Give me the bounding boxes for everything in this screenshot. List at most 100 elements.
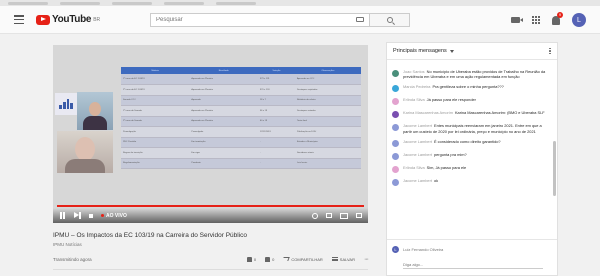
slide-table-row: Promulgação Promulgada 12/11/2019 Publicaçã…	[121, 126, 361, 138]
chat-header: Principais mensagens	[387, 43, 557, 60]
slide-table-cell: Relatório do relator	[294, 95, 361, 106]
speaker-webcam-1	[77, 92, 113, 130]
chat-message[interactable]: Joao Santos No município de Uberaba estão…	[387, 69, 552, 79]
live-label: AO VIVO	[106, 212, 127, 219]
chat-message[interactable]: Jacome Lambert É considerado como direito…	[387, 139, 552, 147]
apps-icon[interactable]	[532, 16, 540, 24]
fullscreen-icon[interactable]	[356, 213, 362, 218]
menu-icon[interactable]	[14, 15, 24, 24]
bookmark-item[interactable]	[60, 1, 100, 5]
more-actions-icon[interactable]: ···	[364, 256, 369, 263]
slide-table-cell: Estados e Municípios	[294, 137, 361, 148]
search-bar	[150, 13, 410, 27]
pause-icon[interactable]	[59, 212, 66, 219]
slide-table-cell: Leis locais	[294, 158, 361, 169]
youtube-logo[interactable]: YouTube BR	[36, 14, 100, 25]
slide-table-cell: Publicação no DOU	[294, 126, 361, 138]
slide-table-cell: Em tramitação	[189, 137, 258, 148]
chat-message[interactable]: Jacome Lambert ok	[387, 178, 552, 186]
chat-message-list[interactable]: Joao Santos No município de Uberaba estão…	[387, 61, 552, 237]
notifications-button[interactable]: 9	[552, 11, 563, 25]
share-button[interactable]: COMPARTILHAR	[282, 257, 323, 262]
slide-table-cell: -	[257, 137, 295, 148]
chat-message-body: Jacome Lambert Entes municipais reenviara…	[403, 123, 547, 133]
top-right-actions: 9 L	[511, 11, 586, 27]
slide-table-row: 2º turno do Senado Aprovado em Plenário 60…	[121, 116, 361, 127]
settings-icon[interactable]	[312, 212, 318, 219]
slide-table-row: PEC Paralela Em tramitação - Estados e Muni…	[121, 137, 361, 148]
slide-table-cell: Promulgação	[121, 126, 190, 138]
chat-author-avatar	[392, 85, 399, 93]
slide-table-cell: -	[257, 147, 295, 159]
divider	[53, 269, 368, 270]
slide-table-cell: Aprovado em Plenário	[189, 74, 258, 85]
chat-input-author: L Luiz Fernando Oliveira	[392, 246, 552, 253]
chat-message-text: pergunta pra mim?	[433, 151, 467, 157]
chat-message-body: Erlinda Silva Já passo para ele responder	[403, 97, 476, 105]
input-author-name: Luiz Fernando Oliveira	[403, 247, 444, 252]
logo-region: BR	[93, 16, 101, 23]
chat-message-text: Já passo para ele responder	[426, 97, 476, 103]
chat-author-name: Erlinda Silva	[403, 164, 425, 170]
slide-table-cell: 2º turno da EC 103/19	[121, 84, 190, 96]
volume-icon[interactable]	[89, 214, 93, 219]
account-avatar[interactable]: L	[572, 13, 586, 27]
like-button[interactable]: 0	[246, 256, 256, 262]
search-input[interactable]	[150, 13, 370, 27]
slide-table-cell: Destaques votados	[294, 105, 361, 117]
bookmark-item[interactable]	[216, 1, 256, 5]
chat-author-avatar	[392, 139, 399, 147]
slide-table-cell: Pendente	[189, 158, 258, 169]
more-options-icon[interactable]	[549, 47, 551, 55]
slide-table-cell: 12/11/2019	[257, 126, 295, 138]
chat-message[interactable]: Erlinda Silva Sim, Já passo para ele	[387, 165, 552, 173]
user-avatar: L	[392, 246, 399, 253]
chat-scrollbar[interactable]	[553, 141, 556, 196]
chat-author-avatar	[392, 70, 399, 77]
chat-message-input[interactable]	[403, 261, 543, 269]
progress-fill	[57, 205, 364, 207]
slide-table-cell: Aprovado em Plenário	[189, 105, 258, 117]
bookmark-item[interactable]	[8, 1, 48, 5]
miniplayer-icon[interactable]	[326, 213, 332, 218]
chat-message-body: Jacome Lambert É considerado como direito…	[403, 139, 501, 147]
logo-text: YouTube	[52, 14, 92, 25]
slide-table-header: Votação	[257, 67, 295, 74]
slide-table-row: 1º turno da EC 103/19 Aprovado em Plenári…	[121, 74, 361, 85]
video-player[interactable]: Matéria Resultado Votação Observações 1º…	[53, 45, 368, 223]
live-indicator[interactable]: AO VIVO	[101, 213, 127, 219]
slide-table-cell: PEC Paralela	[121, 137, 190, 148]
slide-table-cell: 60 x 19	[257, 116, 295, 127]
chat-message[interactable]: Karina Mascarenhas Amorim Karina Mascaren…	[387, 110, 552, 119]
bookmark-item[interactable]	[164, 1, 204, 5]
chat-message[interactable]: Erlinda Silva Já passo para ele responder	[387, 97, 552, 106]
video-frame-slide: Matéria Resultado Votação Observações 1º…	[53, 45, 368, 223]
slide-table-cell: 1º turno da EC 103/19	[121, 74, 190, 85]
dislike-count: 0	[272, 256, 275, 262]
bookmark-item[interactable]	[112, 1, 152, 5]
save-button[interactable]: SALVAR	[331, 257, 355, 262]
channel-name[interactable]: IPMU Notícias	[53, 242, 82, 247]
play-logo-icon	[36, 14, 50, 25]
chevron-down-icon[interactable]	[449, 49, 454, 53]
slide-table-cell: -	[257, 158, 295, 169]
chat-author-name: Jacome Lambert	[403, 151, 432, 157]
chat-message-text: ok	[433, 177, 439, 183]
chat-message[interactable]: Jacome Lambert pergunta pra mim?	[387, 152, 552, 160]
chat-author-name: Marcia Pedreira	[403, 84, 431, 90]
next-icon[interactable]	[74, 212, 81, 219]
search-button[interactable]	[370, 13, 410, 27]
theater-mode-icon[interactable]	[340, 212, 348, 219]
chat-message[interactable]: Marcia Pedreira Pra gentileza sobre o min…	[387, 84, 552, 93]
progress-bar[interactable]	[57, 205, 364, 207]
create-video-icon[interactable]	[511, 17, 523, 23]
chat-message[interactable]: Jacome Lambert Entes municipais reenviara…	[387, 123, 552, 134]
chat-author-avatar	[392, 98, 399, 106]
chat-message-text: Pra gentileza sobre o minha pergunta???	[432, 84, 504, 90]
keyboard-icon[interactable]	[356, 17, 364, 22]
dislike-button[interactable]: 0	[265, 256, 275, 262]
slide-table-header: Observações	[294, 67, 361, 74]
video-stats-row: Transmitindo agora 0 0 COMPARTILHAR SALV…	[53, 254, 369, 264]
chat-filter-dropdown[interactable]: Principais mensagens	[393, 48, 447, 54]
slide-table-header: Resultado	[189, 67, 258, 74]
